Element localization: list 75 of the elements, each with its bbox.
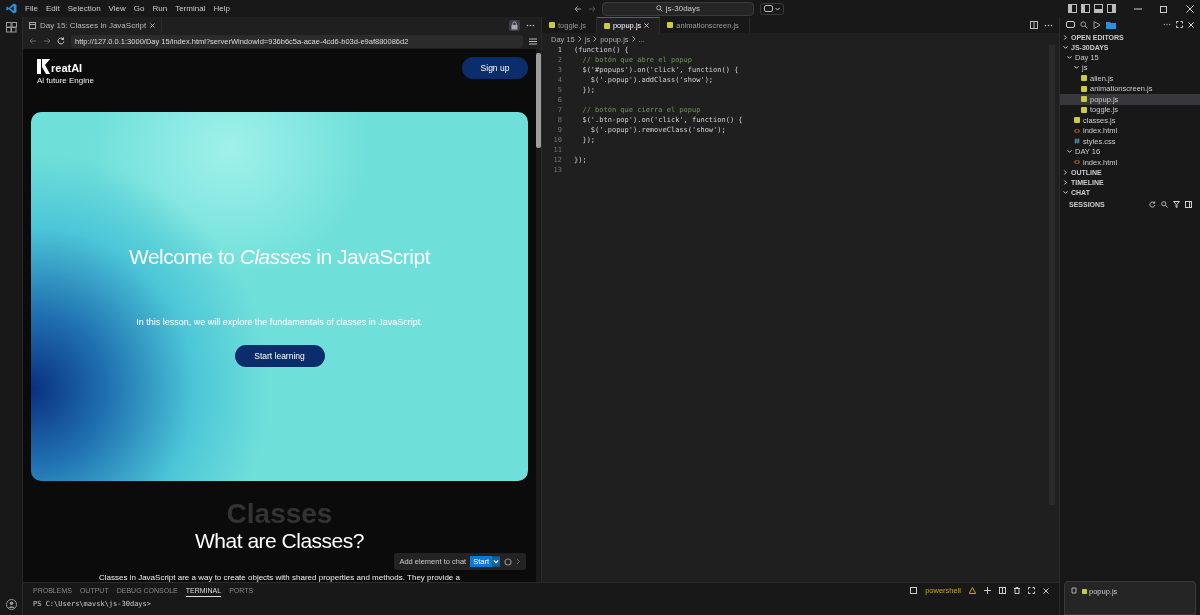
menu-item[interactable]: Run [152,4,168,13]
css-file-icon [1074,138,1080,145]
forward-arrow-icon[interactable] [587,4,596,13]
search-icon [655,5,663,12]
forward-arrow-icon[interactable] [43,37,51,45]
chevron-icon [1067,149,1072,155]
close-icon[interactable] [1043,587,1049,594]
menu-item[interactable]: Go [133,4,145,13]
app-logo-icon[interactable] [6,3,17,14]
close-icon[interactable] [644,23,650,28]
terminal-icon [910,587,918,594]
run-debug-icon[interactable] [1093,20,1101,29]
refresh-icon[interactable] [1149,200,1156,208]
account-icon[interactable] [5,599,17,610]
split-editor-icon[interactable] [1030,21,1038,29]
caret-icon[interactable] [774,6,780,11]
start-learning-button[interactable]: Start learning [234,345,325,367]
layout-icon[interactable] [1107,4,1116,13]
section-title: What are Classes? [195,529,364,553]
chat-icon[interactable] [763,4,773,13]
maximize-icon[interactable] [1028,587,1035,594]
logo-tagline: Ai future Engine [37,76,94,85]
js-file-icon [549,22,555,28]
back-arrow-icon[interactable] [573,4,582,13]
trash-icon[interactable] [1014,587,1020,594]
js-file-icon [667,22,674,28]
logo-text: reatAI [51,63,83,74]
scrollbar[interactable] [536,49,541,582]
layout-icon[interactable] [1081,4,1090,13]
menu-item[interactable]: Selection [67,4,101,13]
logo-icon [37,59,50,74]
layout-icon[interactable] [1094,4,1103,13]
js-file-icon [603,22,610,29]
menu-item[interactable]: View [108,4,126,13]
more-icon[interactable] [1163,23,1171,26]
js-file-icon [1082,589,1087,594]
chevron-right-icon[interactable] [516,558,521,565]
search-icon[interactable] [1161,200,1168,208]
sign-up-button[interactable]: Sign up [462,57,528,79]
more-icon[interactable] [1044,23,1053,27]
close-icon[interactable] [1188,21,1194,28]
lock-icon[interactable] [509,19,520,31]
back-arrow-icon[interactable] [29,37,37,45]
close-icon[interactable] [150,22,156,28]
chat-icon[interactable] [1066,20,1075,29]
page-icon [29,21,36,29]
reload-icon[interactable] [57,37,65,45]
folder-icon[interactable] [1106,20,1116,29]
search-field[interactable]: js-30days [601,1,754,16]
caret-icon[interactable] [492,556,500,567]
split-icon[interactable] [999,587,1006,594]
html-file-icon [1074,127,1080,134]
hero-title: Welcome to Classes in JavaScript [128,245,431,269]
menu-item[interactable]: Terminal [175,4,206,13]
extensions-icon[interactable] [5,22,17,33]
maximize-icon[interactable] [1176,21,1183,28]
chevron-right-icon [593,36,598,42]
section-text: Classes in JavaScript are a way to create objects with shared properties and methods. They provide a [99,573,460,582]
warning-icon [969,587,976,594]
menu-icon[interactable] [529,37,537,45]
filter-icon[interactable] [1173,200,1180,208]
layout-icon[interactable] [1068,4,1077,13]
more-icon[interactable] [526,23,535,27]
close-icon[interactable] [1186,4,1194,13]
menu-item[interactable]: Edit [45,4,60,13]
restore-icon[interactable] [1160,4,1168,13]
panel-icon[interactable] [1185,200,1192,208]
hero-text: In this lesson, we will explore the fundamentals of classes in JavaScript. [136,317,423,327]
chevron-right-icon [577,36,582,42]
plus-icon[interactable] [984,587,991,594]
menu-item[interactable]: Help [213,4,230,13]
search-icon[interactable] [1080,20,1088,29]
chevron-right-icon [631,36,636,42]
menu-item[interactable]: File [25,4,38,13]
html-file-icon [1074,159,1080,166]
